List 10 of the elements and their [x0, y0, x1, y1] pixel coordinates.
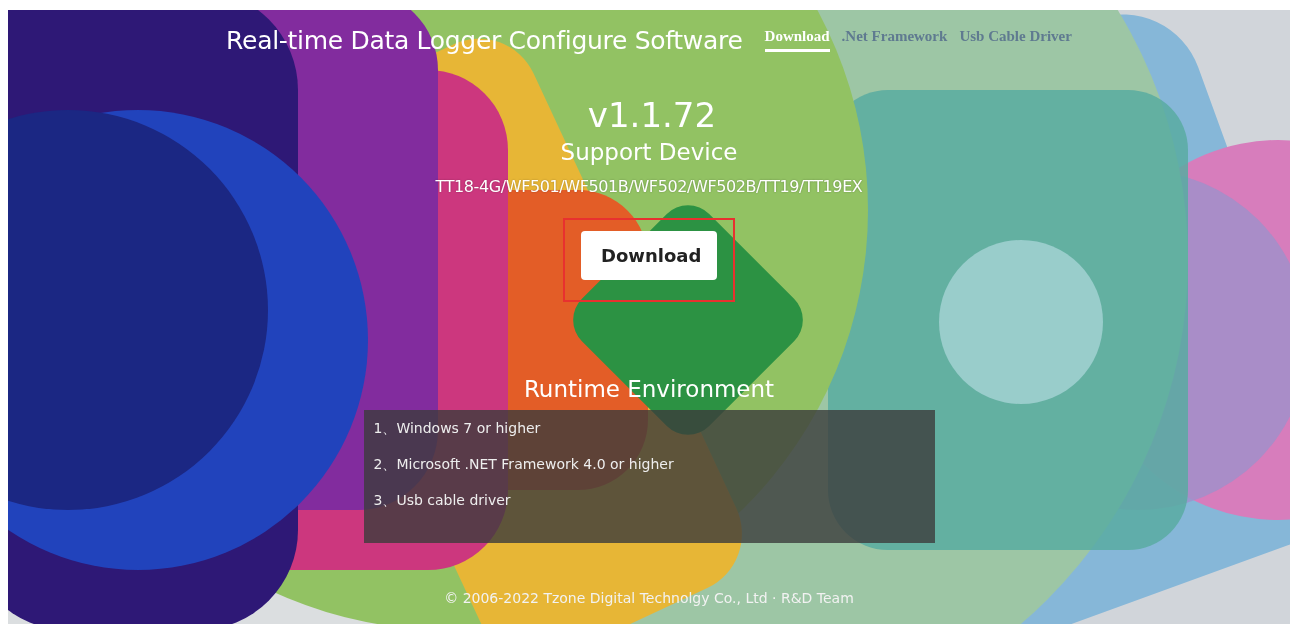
nav-tab[interactable]: Download: [764, 28, 830, 52]
requirement-item: 2、Microsoft .NET Framework 4.0 or higher: [373, 456, 675, 474]
nav-tab[interactable]: .Net Framework: [841, 28, 948, 52]
requirement-item: 1、Windows 7 or higher: [373, 420, 542, 438]
download-button[interactable]: Download: [581, 231, 717, 280]
support-heading: Support Device: [560, 139, 738, 165]
runtime-heading: Runtime Environment: [523, 376, 775, 402]
version-heading: v1.1.72: [587, 95, 717, 135]
nav-tab[interactable]: Usb Cable Driver: [959, 28, 1072, 52]
requirement-item: 3、Usb cable driver: [373, 492, 512, 510]
